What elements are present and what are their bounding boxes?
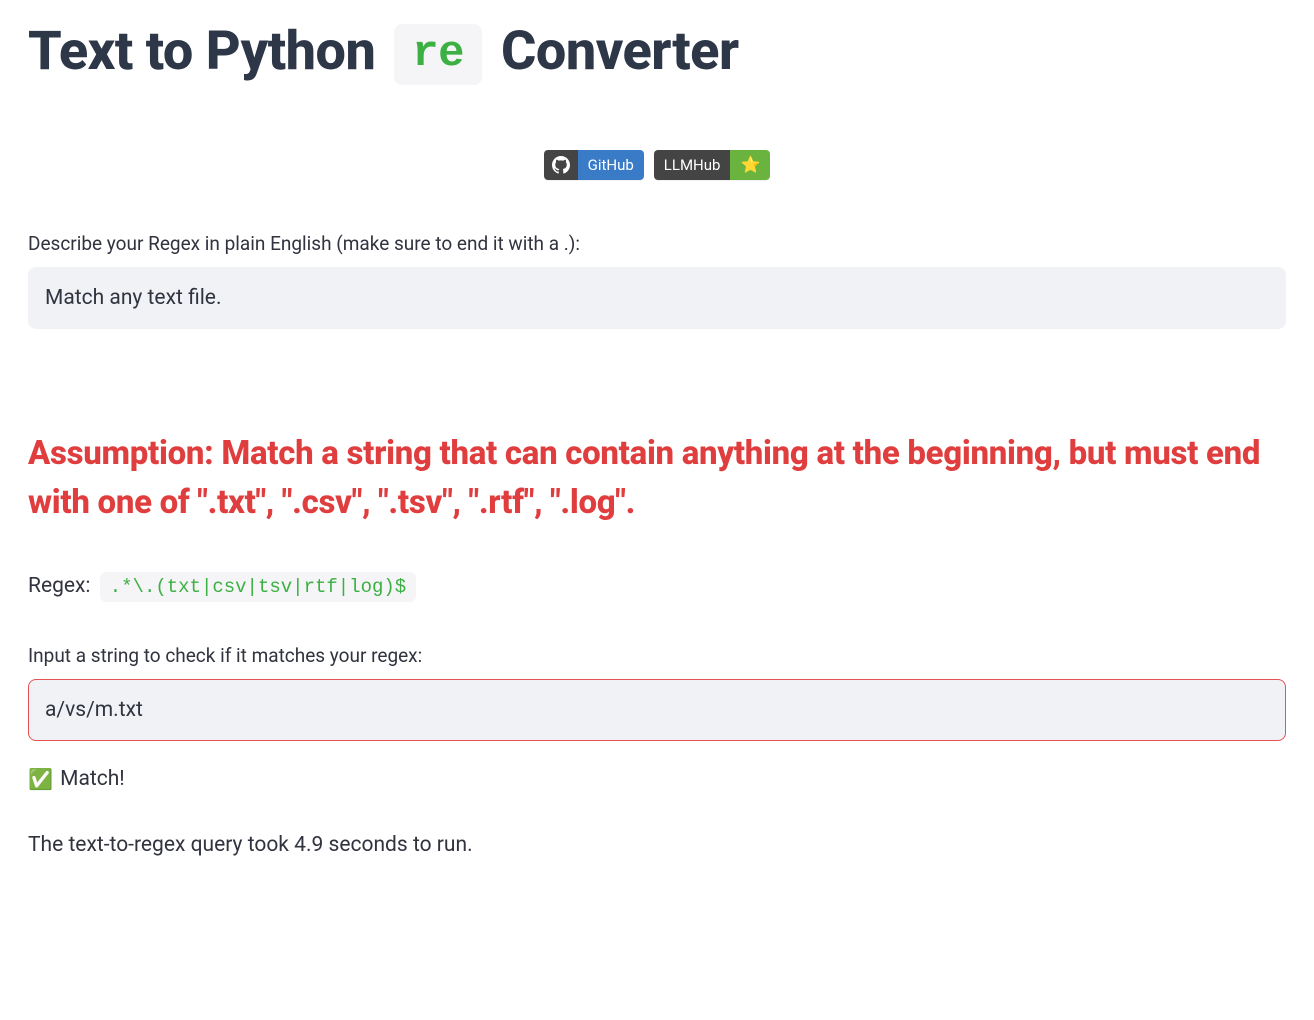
- page-title: Text to Python re Converter: [28, 20, 1286, 85]
- llmhub-badge[interactable]: LLMHub ⭐: [654, 150, 771, 180]
- prompt-input[interactable]: [28, 267, 1286, 329]
- github-icon: [552, 156, 570, 174]
- prompt-label: Describe your Regex in plain English (ma…: [28, 232, 1286, 255]
- badges-row: GitHub LLMHub ⭐: [28, 150, 1286, 180]
- llmhub-star-seg: ⭐: [730, 150, 770, 180]
- github-badge[interactable]: GitHub: [544, 150, 644, 180]
- title-re-pill: re: [394, 24, 482, 85]
- test-input[interactable]: [28, 679, 1286, 741]
- match-result: ✅ Match!: [28, 767, 1286, 791]
- timing-text: The text-to-regex query took 4.9 seconds…: [28, 833, 1286, 857]
- test-label: Input a string to check if it matches yo…: [28, 644, 1286, 667]
- regex-code: .*\.(txt|csv|tsv|rtf|log)$: [100, 572, 416, 602]
- star-icon: ⭐: [740, 157, 760, 173]
- title-part1: Text to Python: [28, 20, 388, 83]
- match-text: Match!: [55, 767, 125, 791]
- github-icon-seg: [544, 150, 578, 180]
- github-label: GitHub: [578, 150, 644, 180]
- check-icon: ✅: [28, 767, 53, 791]
- assumption-heading: Assumption: Match a string that can cont…: [28, 429, 1286, 528]
- regex-label: Regex:: [28, 574, 91, 598]
- regex-line: Regex: .*\.(txt|csv|tsv|rtf|log)$: [28, 572, 1286, 602]
- llmhub-label: LLMHub: [654, 150, 731, 180]
- title-part2: Converter: [488, 20, 738, 83]
